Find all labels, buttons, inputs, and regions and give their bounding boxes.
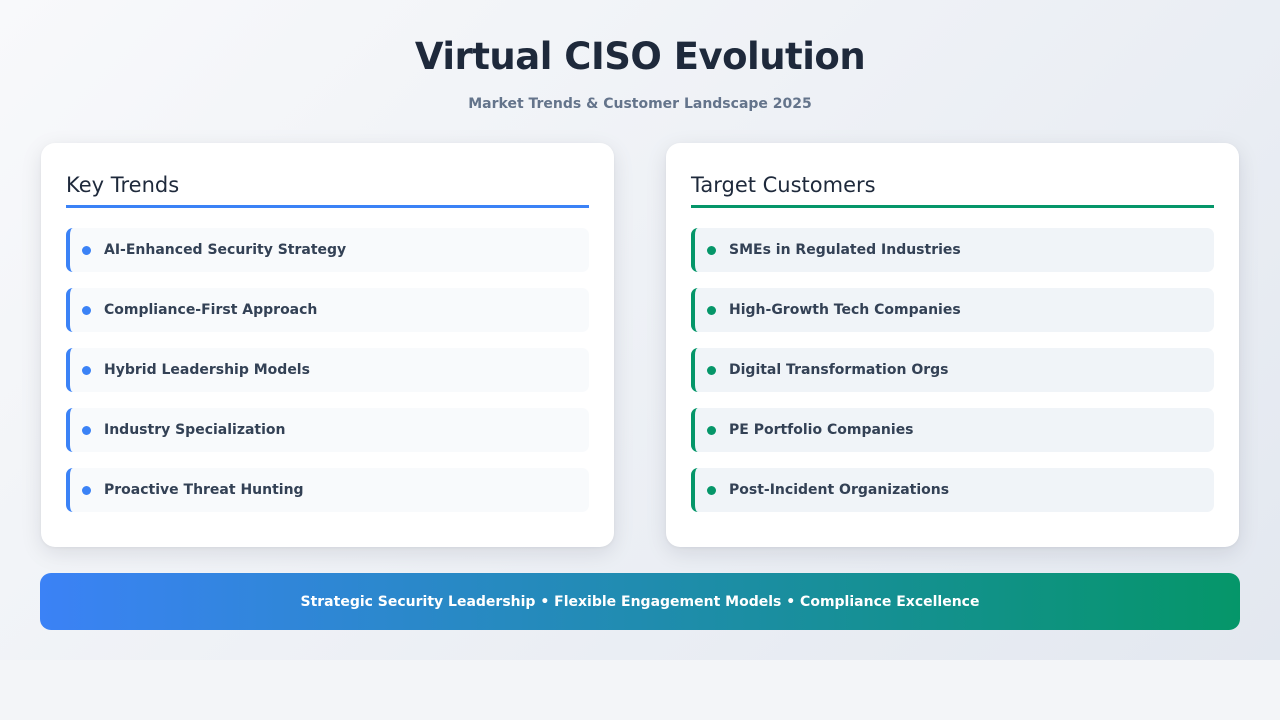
header: Virtual CISO Evolution Market Trends & C… <box>0 34 1280 114</box>
list-item: PE Portfolio Companies <box>691 408 1214 452</box>
target-customers-title: Target Customers <box>691 171 1214 208</box>
list-item: Digital Transformation Orgs <box>691 348 1214 392</box>
list-item-label: Post-Incident Organizations <box>729 482 950 498</box>
list-item-label: Hybrid Leadership Models <box>104 362 310 378</box>
slide: Virtual CISO Evolution Market Trends & C… <box>0 0 1280 660</box>
list-item-label: Industry Specialization <box>104 422 286 438</box>
key-trends-list: AI-Enhanced Security Strategy Compliance… <box>66 228 589 512</box>
key-trends-card: Key Trends AI-Enhanced Security Strategy… <box>41 143 614 547</box>
bullet-dot-icon <box>707 365 716 375</box>
list-item-label: Digital Transformation Orgs <box>729 362 949 378</box>
bullet-dot-icon <box>707 245 716 255</box>
bullet-dot-icon <box>707 425 716 435</box>
page-subtitle: Market Trends & Customer Landscape 2025 <box>468 96 812 112</box>
target-customers-list: SMEs in Regulated Industries High-Growth… <box>691 228 1214 512</box>
page-title: Virtual CISO Evolution <box>414 35 866 78</box>
banner-text: Strategic Security Leadership • Flexible… <box>300 593 980 610</box>
list-item-label: Proactive Threat Hunting <box>104 482 304 498</box>
list-item: High-Growth Tech Companies <box>691 288 1214 332</box>
bullet-dot-icon <box>82 365 91 375</box>
list-item: Compliance-First Approach <box>66 288 589 332</box>
list-item: Hybrid Leadership Models <box>66 348 589 392</box>
list-item-label: PE Portfolio Companies <box>729 422 914 438</box>
list-item-label: Compliance-First Approach <box>104 302 318 318</box>
bullet-dot-icon <box>82 485 91 495</box>
list-item: Proactive Threat Hunting <box>66 468 589 512</box>
list-item: SMEs in Regulated Industries <box>691 228 1214 272</box>
target-customers-card: Target Customers SMEs in Regulated Indus… <box>666 143 1239 547</box>
list-item-label: SMEs in Regulated Industries <box>729 242 961 258</box>
bullet-dot-icon <box>82 425 91 435</box>
key-trends-title: Key Trends <box>66 171 589 208</box>
bullet-dot-icon <box>707 485 716 495</box>
bullet-dot-icon <box>82 245 91 255</box>
summary-banner: Strategic Security Leadership • Flexible… <box>40 573 1240 630</box>
list-item: Post-Incident Organizations <box>691 468 1214 512</box>
bullet-dot-icon <box>707 305 716 315</box>
list-item-label: High-Growth Tech Companies <box>729 302 961 318</box>
list-item: AI-Enhanced Security Strategy <box>66 228 589 272</box>
bullet-dot-icon <box>82 305 91 315</box>
list-item-label: AI-Enhanced Security Strategy <box>104 242 347 258</box>
list-item: Industry Specialization <box>66 408 589 452</box>
